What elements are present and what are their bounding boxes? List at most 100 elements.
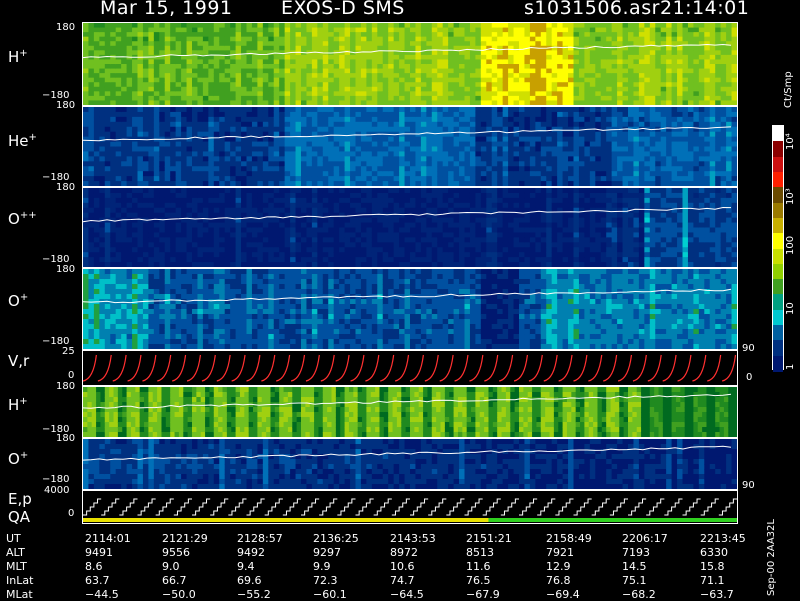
heatmap-cell bbox=[121, 262, 128, 267]
heatmap-cell bbox=[344, 141, 351, 148]
heatmap-cell bbox=[486, 23, 493, 29]
heatmap-cell bbox=[328, 161, 335, 167]
heatmap-cell bbox=[350, 54, 357, 61]
heatmap-cell bbox=[164, 111, 171, 118]
heatmap-cell bbox=[529, 73, 536, 79]
heatmap-cell bbox=[677, 59, 684, 65]
heatmap-cell bbox=[192, 188, 199, 194]
heatmap-cell bbox=[546, 107, 553, 113]
heatmap-cell bbox=[698, 151, 705, 157]
heatmap-cell bbox=[142, 126, 149, 133]
heatmap-cell bbox=[671, 131, 678, 138]
heatmap-cell bbox=[344, 262, 351, 267]
heatmap-cell bbox=[671, 176, 678, 182]
heatmap-cell bbox=[377, 188, 384, 194]
heatmap-cell bbox=[437, 64, 444, 70]
heatmap-cell bbox=[502, 45, 509, 51]
heatmap-cell bbox=[459, 107, 466, 113]
heatmap-cell bbox=[382, 116, 389, 123]
heatmap-cell bbox=[104, 23, 111, 29]
heatmap-cell bbox=[633, 136, 640, 143]
heatmap-cell bbox=[246, 247, 253, 253]
heatmap-cell bbox=[388, 151, 395, 157]
heatmap-cell bbox=[115, 121, 122, 128]
heatmap-cell bbox=[121, 176, 128, 182]
heatmap-cell bbox=[142, 131, 149, 138]
heatmap-cell bbox=[115, 95, 122, 102]
heatmap-cell bbox=[628, 111, 635, 118]
heatmap-cell bbox=[600, 141, 607, 148]
heatmap-cell bbox=[126, 41, 133, 47]
heatmap-cell bbox=[535, 107, 542, 113]
heatmap-cell bbox=[644, 121, 651, 128]
heatmap-cell bbox=[192, 166, 199, 172]
heatmap-cell bbox=[371, 181, 378, 186]
heatmap-cell bbox=[682, 141, 689, 148]
heatmap-cell bbox=[682, 107, 689, 113]
heatmap-cell bbox=[366, 257, 373, 263]
heatmap-cell bbox=[698, 136, 705, 143]
heatmap-cell bbox=[448, 77, 455, 83]
heatmap-cell bbox=[557, 82, 564, 88]
heatmap-cell bbox=[600, 146, 607, 153]
heatmap-cell bbox=[235, 68, 242, 74]
heatmap-cell bbox=[709, 36, 716, 42]
heatmap-cell bbox=[660, 141, 667, 148]
heatmap-cell bbox=[137, 95, 144, 102]
heatmap-cell bbox=[339, 23, 346, 29]
heatmap-cell bbox=[698, 82, 705, 88]
heatmap-cell bbox=[731, 50, 737, 56]
heatmap-cell bbox=[431, 131, 438, 138]
header-time: 21:14:01 bbox=[660, 0, 750, 19]
heatmap-cell bbox=[622, 77, 629, 83]
heatmap-cell bbox=[660, 91, 667, 97]
heatmap-cell bbox=[241, 95, 248, 102]
heatmap-cell bbox=[164, 23, 171, 29]
heatmap-cell bbox=[682, 23, 689, 29]
heatmap-cell bbox=[704, 116, 711, 123]
heatmap-cell bbox=[388, 242, 395, 248]
heatmap-cell bbox=[660, 32, 667, 38]
heatmap-cell bbox=[649, 45, 656, 51]
heatmap-cell bbox=[159, 252, 166, 258]
heatmap-cell bbox=[186, 45, 193, 51]
heatmap-cell bbox=[322, 161, 329, 167]
heatmap-cell bbox=[279, 45, 286, 51]
heatmap-cell bbox=[197, 107, 204, 113]
heatmap-cell bbox=[480, 121, 487, 128]
heatmap-cell bbox=[671, 91, 678, 97]
heatmap-cell bbox=[202, 27, 209, 33]
heatmap-cell bbox=[83, 45, 90, 51]
heatmap-cell bbox=[192, 64, 199, 70]
heatmap-cell bbox=[355, 146, 362, 153]
heatmap-cell bbox=[628, 107, 635, 113]
heatmap-cell bbox=[142, 197, 149, 204]
heatmap-cell bbox=[181, 64, 188, 70]
heatmap-cell bbox=[551, 36, 558, 42]
heatmap-cell bbox=[295, 217, 302, 224]
heatmap-cell bbox=[666, 50, 673, 56]
heatmap-cell bbox=[622, 141, 629, 148]
heatmap-cell bbox=[677, 107, 684, 113]
heatmap-cell bbox=[546, 36, 553, 42]
heatmap-cell bbox=[360, 32, 367, 38]
heatmap-cell bbox=[170, 257, 177, 263]
heatmap-cell bbox=[611, 156, 618, 162]
heatmap-cell bbox=[159, 227, 166, 234]
heatmap-cell bbox=[213, 232, 220, 238]
heatmap-cell bbox=[677, 54, 684, 61]
heatmap-cell bbox=[93, 207, 100, 214]
heatmap-cell bbox=[589, 77, 596, 83]
heatmap-cell bbox=[290, 107, 297, 113]
heatmap-cell bbox=[344, 107, 351, 113]
heatmap-cell bbox=[464, 156, 471, 162]
heatmap-cell bbox=[181, 207, 188, 214]
heatmap-cell bbox=[284, 222, 291, 229]
heatmap-cell bbox=[208, 212, 215, 219]
heatmap-cell bbox=[535, 151, 542, 157]
heatmap-cell bbox=[366, 73, 373, 79]
heatmap-cell bbox=[350, 176, 357, 182]
heatmap-cell bbox=[568, 181, 575, 186]
heatmap-cell bbox=[175, 262, 182, 267]
heatmap-cell bbox=[399, 141, 406, 148]
